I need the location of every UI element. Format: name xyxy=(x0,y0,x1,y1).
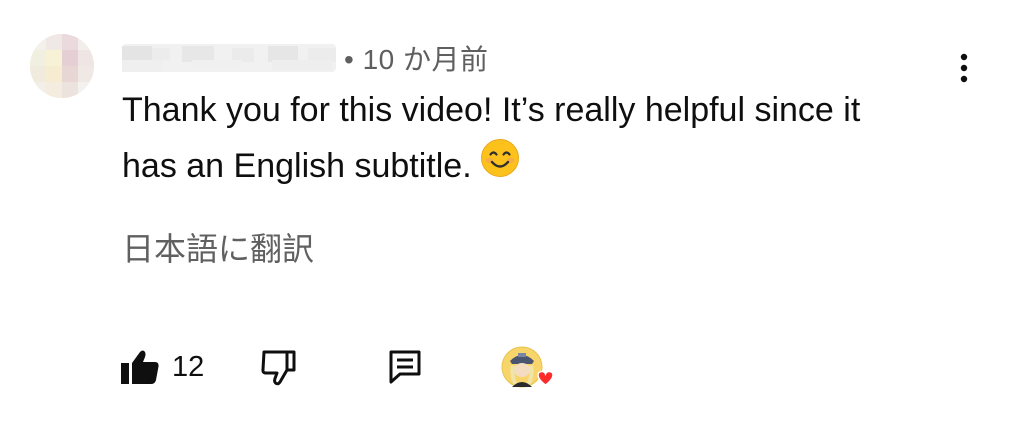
more-vertical-icon xyxy=(960,53,968,83)
comment-body: Thank you for this video! It’s really he… xyxy=(122,82,982,197)
like-count: 12 xyxy=(172,350,205,383)
reply-icon xyxy=(389,350,421,384)
like-button[interactable]: 12 xyxy=(120,349,204,385)
comment-action-bar: 12 xyxy=(120,345,580,393)
comment-header: • 10 か月前 xyxy=(122,38,489,78)
dislike-button[interactable] xyxy=(260,349,300,392)
comment-text-line-2-text: has an English subtitle. xyxy=(122,147,472,185)
author-name-blurred[interactable] xyxy=(122,38,336,78)
smiling-face-emoji xyxy=(480,138,520,195)
comment-text-line-1: Thank you for this video! It’s really he… xyxy=(122,91,861,129)
thumbs-down-icon xyxy=(261,350,296,386)
comment-timestamp[interactable]: • 10 か月前 xyxy=(344,38,489,78)
comment-text-line-2: has an English subtitle. xyxy=(122,138,982,197)
creator-heart-icon xyxy=(500,345,556,395)
author-avatar-blurred[interactable] xyxy=(30,34,94,98)
reply-button[interactable] xyxy=(388,349,422,390)
comment-thread: • 10 か月前 Thank you for this video! It’s … xyxy=(0,0,1024,425)
thumbs-up-icon xyxy=(121,350,159,384)
translate-to-japanese-link[interactable]: 日本語に翻訳 xyxy=(122,224,314,270)
